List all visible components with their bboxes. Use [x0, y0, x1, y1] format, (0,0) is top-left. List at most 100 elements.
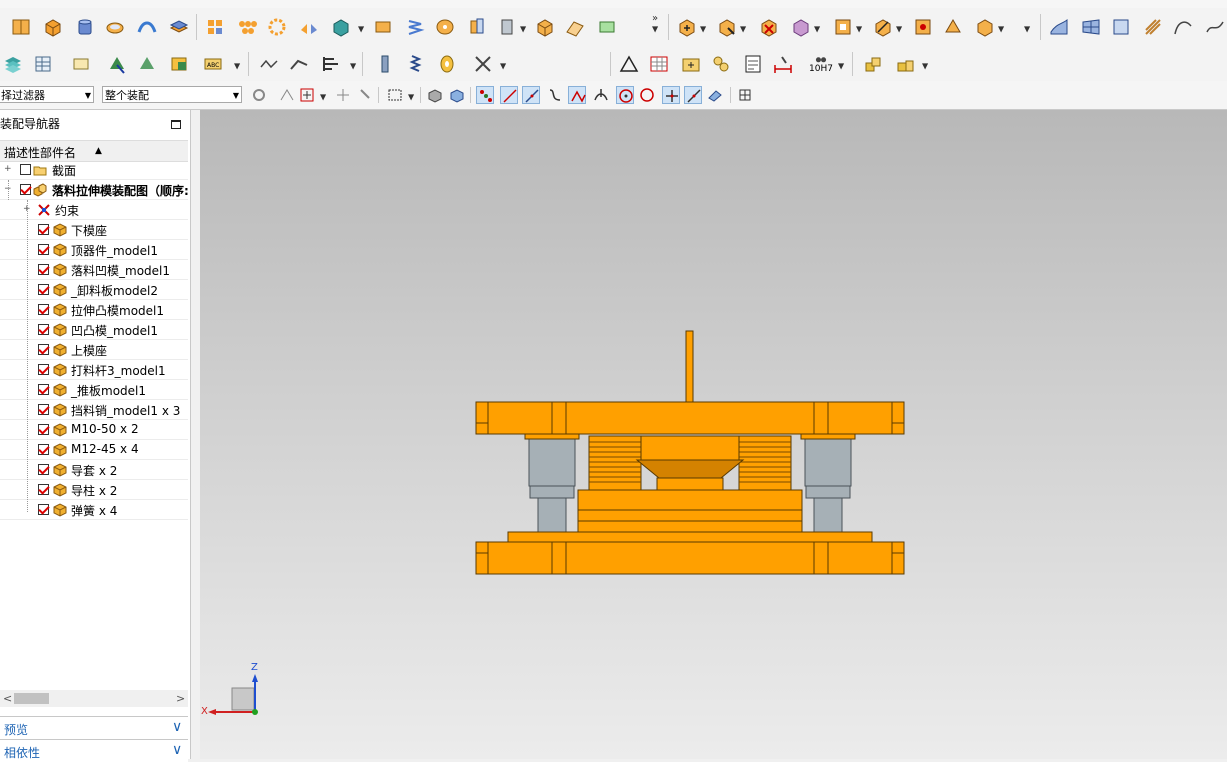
tree-row[interactable]: M12-45 x 4	[0, 440, 188, 460]
shell-icon[interactable]	[104, 16, 126, 38]
body-select-icon[interactable]	[448, 86, 466, 104]
gear-icon[interactable]	[250, 86, 268, 104]
snap-center-icon[interactable]	[616, 86, 634, 104]
mold-plus-icon[interactable]	[680, 53, 702, 75]
tree-row[interactable]: 凹凸模_model1	[0, 320, 188, 340]
pin-icon[interactable]	[356, 86, 374, 104]
move-face-icon[interactable]	[106, 53, 128, 75]
tree-row[interactable]: 顶器件_model1	[0, 240, 188, 260]
pattern-icon[interactable]	[204, 16, 226, 38]
exploded-view-icon[interactable]	[942, 16, 964, 38]
snap-icon[interactable]	[278, 86, 296, 104]
cut-tool-icon[interactable]	[472, 53, 494, 75]
box-icon[interactable]	[372, 16, 394, 38]
array-icon[interactable]	[236, 16, 258, 38]
chevron-down-icon[interactable]: ▼	[652, 24, 658, 33]
scroll-right-icon[interactable]: >	[176, 692, 185, 705]
chevron-down-icon[interactable]: ▼	[320, 92, 326, 101]
tree-expander-icon[interactable]: +	[4, 165, 12, 174]
cylinder-icon[interactable]	[74, 16, 96, 38]
visibility-checkbox[interactable]	[20, 164, 31, 175]
cam-icon[interactable]	[434, 16, 456, 38]
tree-row[interactable]: 打料杆3_model1	[0, 360, 188, 380]
shaft-icon[interactable]	[374, 53, 396, 75]
remove-component-icon[interactable]	[758, 16, 780, 38]
snap-control-point-icon[interactable]	[568, 86, 586, 104]
sweep-icon[interactable]	[136, 16, 158, 38]
view-triad[interactable]	[200, 662, 270, 732]
assembly-move-icon[interactable]	[330, 16, 352, 38]
drawing-sheet-icon[interactable]	[742, 53, 764, 75]
cross-point-icon[interactable]	[334, 86, 352, 104]
visibility-checkbox[interactable]	[38, 364, 49, 375]
chevron-down-icon[interactable]: ▼	[838, 61, 844, 70]
preview-panel-header[interactable]: 预览 ∨	[0, 716, 188, 739]
mirror-icon[interactable]	[298, 16, 320, 38]
triangle-icon[interactable]	[618, 53, 640, 75]
note-icon[interactable]	[70, 53, 92, 75]
chevron-down-icon[interactable]: ▼	[998, 24, 1004, 33]
replace-component-icon[interactable]	[790, 16, 812, 38]
chevron-down-icon[interactable]: ▼	[896, 24, 902, 33]
selection-filter-combo[interactable]: 择过滤器 ▼	[0, 86, 94, 103]
grid-table-icon[interactable]	[648, 53, 670, 75]
scrollbar-thumb[interactable]	[14, 693, 49, 704]
component-array-icon[interactable]	[832, 16, 854, 38]
chevron-down-icon[interactable]: ▼	[922, 61, 928, 70]
chevron-down-icon[interactable]: ▼	[358, 24, 364, 33]
block-icon[interactable]	[42, 16, 64, 38]
snap-quadrant-icon[interactable]	[638, 86, 656, 104]
snap-midpoint-icon[interactable]	[522, 86, 540, 104]
new-component-icon[interactable]	[716, 16, 738, 38]
book-icon[interactable]	[10, 16, 32, 38]
visibility-checkbox[interactable]	[38, 324, 49, 335]
label-abc-icon[interactable]: ABC	[202, 53, 224, 75]
snap-tangent-icon[interactable]	[592, 86, 610, 104]
visibility-checkbox[interactable]	[38, 464, 49, 475]
gold-blocks-2-icon[interactable]	[894, 53, 916, 75]
visibility-checkbox[interactable]	[38, 444, 49, 455]
horizontal-scrollbar[interactable]: < >	[0, 690, 188, 707]
cube-icon[interactable]	[534, 16, 556, 38]
visibility-checkbox[interactable]	[38, 404, 49, 415]
box-select-icon[interactable]	[386, 86, 404, 104]
point-select-icon[interactable]	[298, 86, 316, 104]
tree-row[interactable]: 挡料销_model1 x 3	[0, 400, 188, 420]
tree-row[interactable]: _推板model1	[0, 380, 188, 400]
chevron-down-icon[interactable]: ▼	[814, 24, 820, 33]
spring-coil-icon[interactable]	[404, 53, 426, 75]
tree-row[interactable]: _卸料板model2	[0, 280, 188, 300]
chevron-down-icon[interactable]: ▼	[350, 61, 356, 70]
visibility-checkbox[interactable]	[38, 344, 49, 355]
circular-array-icon[interactable]	[266, 16, 288, 38]
table-icon[interactable]	[32, 53, 54, 75]
chevron-down-icon[interactable]: ▼	[500, 61, 506, 70]
spring-icon[interactable]	[404, 16, 426, 38]
dimension-icon[interactable]	[772, 53, 794, 75]
gold-blocks-icon[interactable]	[862, 53, 884, 75]
cylinder-blue-icon[interactable]	[496, 16, 518, 38]
chevron-down-icon[interactable]: ▼	[740, 24, 746, 33]
snap-endpoint-icon[interactable]	[476, 86, 494, 104]
tree-row[interactable]: − 落料拉伸模装配图（顺序:	[0, 180, 189, 200]
pull-face-icon[interactable]	[136, 53, 158, 75]
visibility-checkbox[interactable]	[38, 304, 49, 315]
visibility-checkbox[interactable]	[38, 484, 49, 495]
part-solid-icon[interactable]	[466, 16, 488, 38]
snap-intersection-icon[interactable]	[662, 86, 680, 104]
tree-row[interactable]: 上模座	[0, 340, 188, 360]
offset-face-icon[interactable]	[168, 53, 190, 75]
wire-icon[interactable]	[258, 53, 280, 75]
visibility-checkbox[interactable]	[38, 424, 49, 435]
mesh-surface-icon[interactable]	[1080, 16, 1102, 38]
die-assembly-model[interactable]	[200, 110, 1227, 759]
graphics-viewport[interactable]: Z X	[200, 110, 1227, 759]
snap-surface-icon[interactable]	[706, 86, 724, 104]
curve-icon[interactable]	[1172, 16, 1194, 38]
visibility-checkbox[interactable]	[38, 504, 49, 515]
column-header[interactable]: 描述性部件名 ▲	[0, 140, 188, 162]
stack-icon[interactable]	[168, 16, 190, 38]
chevron-down-icon[interactable]: ▼	[1024, 24, 1030, 33]
tree-row[interactable]: 导柱 x 2	[0, 480, 188, 500]
chevron-down-icon[interactable]: ▼	[856, 24, 862, 33]
